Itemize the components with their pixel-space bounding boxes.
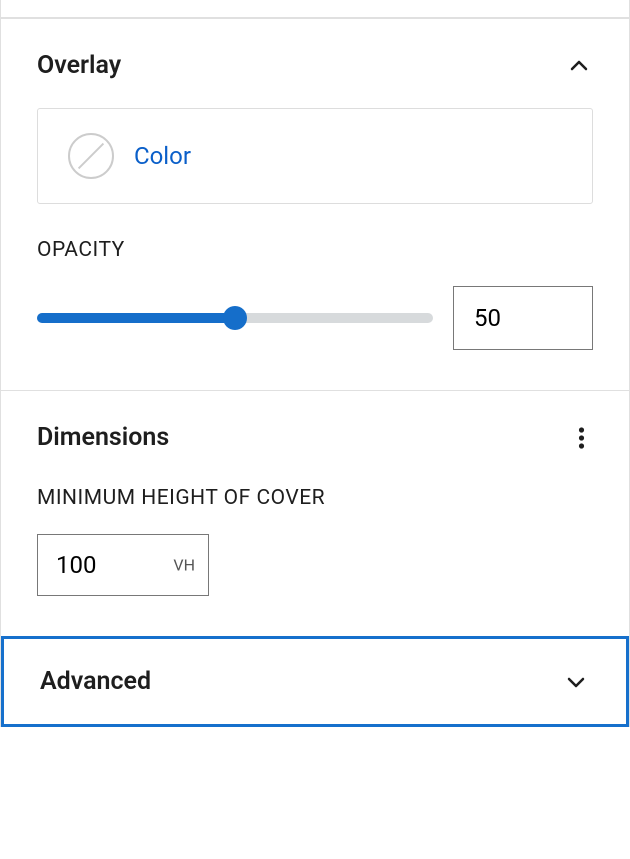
chevron-up-icon[interactable]	[565, 52, 593, 80]
min-height-label: MINIMUM HEIGHT OF COVER	[37, 486, 593, 510]
dimensions-section: Dimensions MINIMUM HEIGHT OF COVER VH	[1, 390, 629, 636]
advanced-header[interactable]: Advanced	[40, 667, 590, 696]
no-color-icon	[68, 133, 114, 179]
dimensions-header[interactable]: Dimensions	[37, 423, 593, 452]
top-divider	[1, 0, 629, 18]
more-options-icon[interactable]	[569, 426, 593, 450]
min-height-field: VH	[37, 534, 209, 596]
advanced-section[interactable]: Advanced	[1, 636, 629, 727]
overlay-section: Overlay Color OPACITY	[1, 18, 629, 390]
opacity-label: OPACITY	[37, 238, 593, 262]
color-picker-row[interactable]: Color	[37, 108, 593, 204]
opacity-row	[37, 286, 593, 350]
dimensions-title: Dimensions	[37, 423, 169, 452]
opacity-slider[interactable]	[37, 306, 433, 330]
advanced-title: Advanced	[40, 667, 151, 696]
overlay-title: Overlay	[37, 51, 121, 80]
slider-thumb[interactable]	[223, 306, 247, 330]
min-height-input[interactable]	[37, 534, 209, 596]
chevron-down-icon[interactable]	[562, 668, 590, 696]
overlay-header[interactable]: Overlay	[37, 51, 593, 80]
settings-panel: Overlay Color OPACITY	[0, 0, 630, 727]
color-label: Color	[134, 142, 191, 170]
opacity-input[interactable]	[453, 286, 593, 350]
